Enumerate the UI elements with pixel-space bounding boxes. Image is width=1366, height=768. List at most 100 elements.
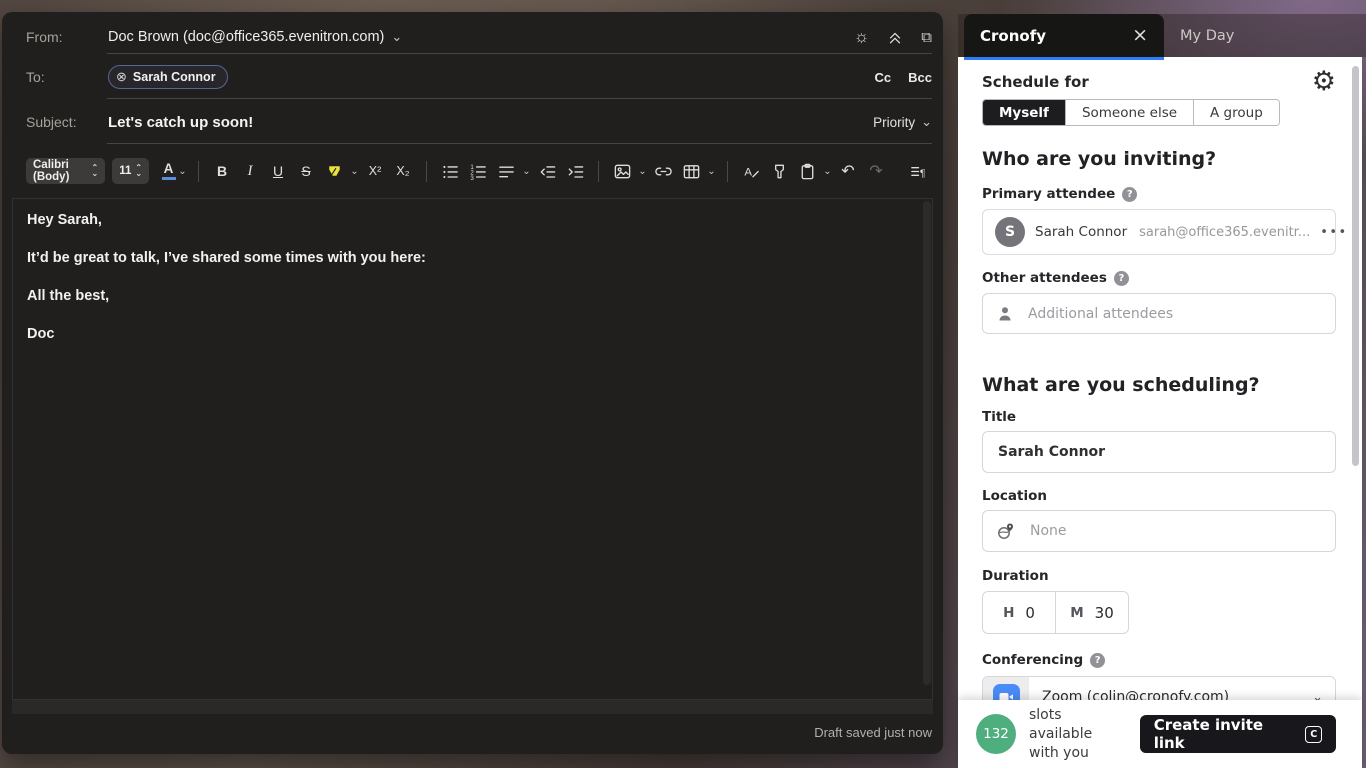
segment-a-group[interactable]: A group — [1193, 100, 1279, 125]
svg-text:3: 3 — [470, 174, 474, 180]
format-painter-button[interactable] — [765, 157, 793, 185]
tab-cronofy[interactable]: Cronofy × — [964, 14, 1164, 57]
tab-cronofy-label: Cronofy — [980, 26, 1046, 45]
align-button[interactable] — [492, 157, 520, 185]
divider — [198, 160, 199, 182]
numbered-list-button[interactable]: 123 — [464, 157, 492, 185]
divider — [107, 143, 932, 144]
inviting-heading: Who are you inviting? — [982, 148, 1217, 170]
popout-icon[interactable]: ⧉ — [921, 29, 932, 46]
subscript-button[interactable]: X₂ — [389, 157, 417, 185]
gear-icon[interactable]: ⚙ — [1312, 68, 1336, 95]
panel-body: Schedule for ⚙ Myself Someone else A gro… — [958, 57, 1362, 768]
schedule-for-segmented: Myself Someone else A group — [982, 99, 1280, 126]
duration-minutes-stepper[interactable]: M 30 — [1055, 592, 1128, 633]
bullet-list-button[interactable] — [436, 157, 464, 185]
attendee-email: sarah@office365.evenitr... — [1139, 224, 1311, 240]
font-name-select[interactable]: Calibri (Body) ⌃ ⌄ — [26, 158, 106, 184]
image-chevron-icon[interactable]: ⌄ — [636, 166, 649, 177]
body-scrollbar[interactable] — [923, 201, 931, 685]
body-line: Doc — [27, 326, 55, 342]
stepper-icon: ⌃ ⌄ — [91, 163, 99, 178]
align-chevron-icon[interactable]: ⌄ — [520, 166, 533, 177]
divider — [107, 53, 932, 54]
priority-label: Priority — [873, 114, 916, 130]
subject-input[interactable]: Let's catch up soon! — [108, 114, 253, 131]
location-input[interactable]: None — [982, 510, 1336, 552]
panel-tabstrip: Cronofy × My Day — [958, 14, 1366, 57]
outdent-button[interactable] — [533, 157, 561, 185]
remove-recipient-icon[interactable]: ⊗ — [116, 69, 127, 85]
help-icon[interactable]: ? — [1090, 652, 1106, 668]
font-color-button[interactable]: A — [161, 162, 176, 180]
clear-formatting-button[interactable]: A — [737, 157, 765, 185]
indent-button[interactable] — [561, 157, 589, 185]
clear-formatting-icon: A — [744, 166, 759, 178]
link-icon — [654, 167, 672, 175]
additional-attendees-input[interactable]: Additional attendees — [982, 293, 1336, 334]
location-label: Location — [982, 488, 1047, 504]
paste-chevron-icon[interactable]: ⌄ — [821, 166, 834, 177]
slots-line1: slots available — [1029, 706, 1093, 742]
undo-button[interactable]: ↶ — [834, 157, 862, 185]
panel-scrollbar[interactable] — [1352, 66, 1359, 466]
highlight-chevron-icon[interactable]: ⌄ — [348, 166, 361, 177]
strikethrough-button[interactable]: S — [292, 157, 320, 185]
duration-label: Duration — [982, 568, 1049, 584]
help-icon[interactable]: ? — [1122, 186, 1138, 202]
paragraph-direction-button[interactable]: ¶ — [904, 157, 932, 185]
create-invite-link-button[interactable]: Create invite link C — [1139, 715, 1336, 753]
close-icon[interactable]: × — [1132, 26, 1148, 45]
svg-text:A: A — [744, 166, 752, 178]
tab-my-day[interactable]: My Day — [1180, 14, 1234, 57]
cc-button[interactable]: Cc — [875, 70, 892, 85]
stepper-icon: ⌃ ⌄ — [135, 163, 143, 178]
table-chevron-icon[interactable]: ⌄ — [705, 166, 718, 177]
more-options-icon[interactable]: ••• — [1320, 225, 1348, 240]
message-body-editor[interactable]: Hey Sarah, It’d be great to talk, I’ve s… — [12, 198, 933, 700]
redo-button[interactable]: ↷ — [862, 157, 890, 185]
segment-myself[interactable]: Myself — [983, 100, 1065, 125]
bcc-button[interactable]: Bcc — [908, 70, 932, 85]
primary-attendee-card[interactable]: S Sarah Connor sarah@office365.evenitr..… — [982, 209, 1346, 255]
body-horizontal-scrollbar[interactable] — [12, 700, 933, 714]
title-input[interactable]: Sarah Connor — [982, 431, 1336, 473]
insert-link-button[interactable] — [649, 157, 677, 185]
font-size-value: 11 — [119, 165, 132, 177]
priority-dropdown[interactable]: Priority ⌄ — [873, 115, 932, 130]
bold-button[interactable]: B — [208, 157, 236, 185]
email-compose-window: From: Doc Brown (doc@office365.evenitron… — [2, 12, 943, 754]
italic-button[interactable]: I — [236, 157, 264, 185]
cronofy-logo-icon: C — [1305, 725, 1322, 743]
paste-button[interactable] — [793, 157, 821, 185]
highlight-button[interactable] — [320, 157, 348, 185]
draft-status: Draft saved just now — [814, 725, 932, 740]
hours-value: 0 — [1025, 603, 1035, 622]
chevron-down-icon: ⌄ — [391, 29, 403, 44]
duration-control: H 0 M 30 — [982, 591, 1129, 634]
insert-table-button[interactable] — [677, 157, 705, 185]
schedule-for-label: Schedule for — [982, 73, 1089, 91]
additional-attendees-placeholder: Additional attendees — [1028, 305, 1174, 322]
title-label: Title — [982, 409, 1017, 425]
font-color-chevron-icon[interactable]: ⌄ — [176, 166, 189, 177]
from-address: Doc Brown (doc@office365.evenitron.com) — [108, 29, 385, 45]
collapse-header-icon[interactable] — [886, 28, 904, 46]
theme-toggle-icon[interactable]: ☼ — [854, 27, 870, 47]
scheduling-heading: What are you scheduling? — [982, 374, 1260, 396]
help-icon[interactable]: ? — [1113, 270, 1129, 286]
slots-line2: with you — [1029, 744, 1089, 761]
underline-button[interactable]: U — [264, 157, 292, 185]
insert-image-button[interactable] — [608, 157, 636, 185]
superscript-button[interactable]: X² — [361, 157, 389, 185]
numbered-list-icon: 123 — [470, 163, 486, 181]
segment-someone-else[interactable]: Someone else — [1064, 100, 1194, 125]
divider — [598, 160, 599, 182]
conferencing-label: Conferencing — [982, 652, 1084, 668]
recipient-chip[interactable]: ⊗ Sarah Connor — [108, 65, 228, 89]
font-size-select[interactable]: 11 ⌃ ⌄ — [112, 158, 150, 184]
duration-hours-stepper[interactable]: H 0 — [983, 592, 1055, 633]
from-selector[interactable]: Doc Brown (doc@office365.evenitron.com) … — [108, 29, 402, 45]
to-label: To: — [26, 69, 45, 85]
divider — [107, 98, 932, 99]
